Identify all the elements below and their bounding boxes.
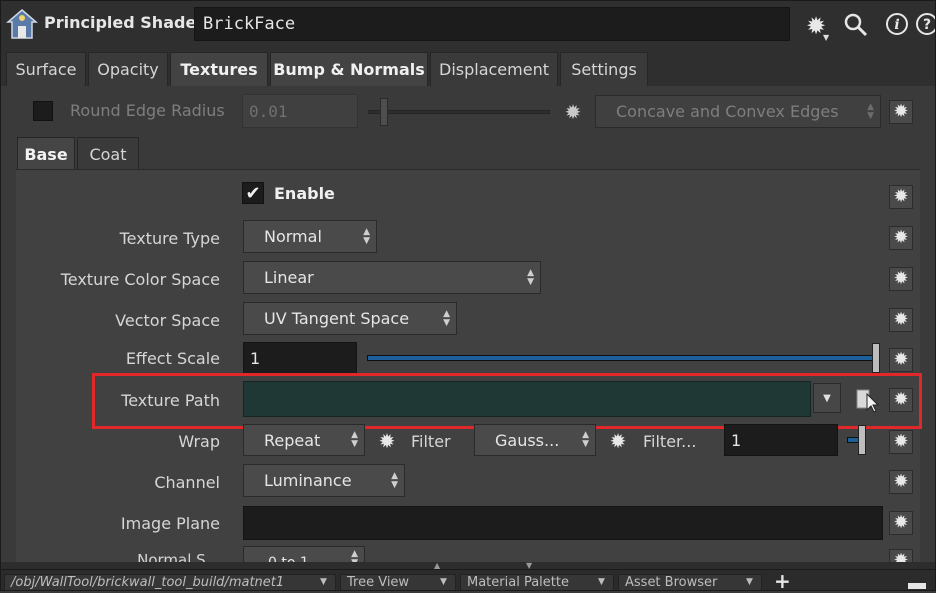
asset-browser-label: Asset Browser	[625, 575, 718, 590]
gear-icon[interactable]: ✹	[375, 429, 399, 453]
round-edge-slider-handle[interactable]	[380, 98, 388, 126]
asset-browser-tab[interactable]: Asset Browser	[618, 574, 762, 591]
updown-arrows-icon: ▲▼	[351, 430, 358, 449]
chevron-down-icon[interactable]: ▼	[746, 577, 753, 587]
network-path-tab[interactable]: /obj/WallTool/brickwall_tool_build/matne…	[4, 574, 336, 591]
filter-width-label: Filter...	[643, 432, 697, 451]
chevron-down-icon[interactable]: ▼	[440, 577, 447, 587]
gear-icon[interactable]: ✹	[889, 226, 913, 250]
updown-arrows-icon: ▲▼	[443, 308, 450, 328]
search-icon[interactable]	[843, 12, 869, 38]
filter-label: Filter	[411, 432, 451, 451]
material-palette-label: Material Palette	[467, 575, 569, 590]
shader-node-icon	[5, 8, 39, 40]
channel-label: Channel	[154, 473, 220, 492]
subtab-base[interactable]: Base	[17, 137, 75, 170]
wrap-value: Repeat	[264, 430, 321, 450]
texture-type-dropdown[interactable]: Normal ▲ ▼	[243, 220, 377, 253]
round-edge-label: Round Edge Radius	[70, 101, 225, 120]
image-plane-field[interactable]	[243, 506, 883, 540]
vector-space-dropdown[interactable]: UV Tangent Space ▲ ▼	[243, 302, 457, 335]
vector-space-value: UV Tangent Space	[264, 309, 410, 328]
effect-scale-slider-handle[interactable]	[872, 343, 880, 373]
round-edge-slider[interactable]	[368, 110, 550, 114]
effect-scale-label: Effect Scale	[125, 349, 220, 368]
texture-color-space-value: Linear	[264, 268, 314, 287]
chevron-down-icon[interactable]: ▼	[320, 577, 327, 587]
tab-textures[interactable]: Textures	[170, 52, 268, 86]
add-tab-icon[interactable]: +	[774, 571, 791, 591]
tab-surface[interactable]: Surface	[6, 52, 86, 86]
wrap-label: Wrap	[178, 432, 220, 451]
network-path-label: /obj/WallTool/brickwall_tool_build/matne…	[11, 575, 285, 590]
gear-icon[interactable]: ✹	[889, 470, 913, 494]
vector-space-label: Vector Space	[115, 311, 220, 330]
round-edge-checkbox[interactable]	[33, 101, 53, 121]
updown-arrows-icon: ▲▼	[363, 226, 370, 246]
gear-icon[interactable]: ✹	[561, 100, 585, 124]
filter-dropdown[interactable]: Gauss... ▲ ▼	[474, 424, 596, 456]
tree-view-label: Tree View	[347, 575, 410, 590]
subtab-coat[interactable]: Coat	[77, 137, 139, 170]
updown-arrows-icon: ▲▼	[527, 267, 534, 287]
image-plane-label: Image Plane	[120, 514, 220, 533]
gear-icon[interactable]: ✹ ▼	[803, 13, 829, 42]
tab-settings[interactable]: Settings	[560, 52, 648, 86]
round-edge-radius-field[interactable]: 0.01	[242, 94, 358, 128]
texture-type-label: Texture Type	[119, 229, 220, 248]
svg-text:?: ?	[923, 17, 931, 33]
wrap-dropdown[interactable]: Repeat ▲ ▼	[243, 424, 365, 456]
texture-color-space-dropdown[interactable]: Linear ▲ ▼	[243, 261, 541, 294]
svg-text:i: i	[894, 17, 899, 33]
edge-mode-value: Concave and Convex Edges	[616, 102, 839, 121]
gear-icon[interactable]: ✹	[889, 430, 913, 454]
node-name-field[interactable]: BrickFace	[194, 7, 790, 41]
effect-scale-field[interactable]: 1	[243, 342, 357, 375]
filter-width-field[interactable]: 1	[724, 424, 838, 456]
info-icon[interactable]: i	[884, 11, 910, 37]
effect-scale-slider[interactable]	[367, 355, 873, 361]
gear-icon[interactable]: ✹	[889, 511, 913, 535]
updown-arrows-icon: ▲▼	[867, 101, 874, 121]
gear-icon[interactable]: ✹	[606, 429, 630, 453]
texture-type-value: Normal	[264, 227, 322, 246]
chevron-down-icon[interactable]: ▼	[598, 577, 605, 587]
tab-displacement[interactable]: Displacement	[430, 52, 558, 86]
edge-mode-dropdown[interactable]: Concave and Convex Edges ▲ ▼	[595, 95, 881, 128]
gear-icon[interactable]: ✹	[889, 185, 913, 209]
material-palette-tab[interactable]: Material Palette	[460, 574, 614, 591]
node-type-label: Principled Shader	[44, 13, 205, 32]
texture-color-space-label: Texture Color Space	[60, 270, 220, 289]
maximize-pane-icon[interactable]	[908, 583, 926, 589]
gear-icon[interactable]: ✹	[889, 100, 913, 124]
enable-checkbox[interactable]: ✔	[242, 182, 264, 204]
tab-opacity[interactable]: Opacity	[88, 52, 168, 86]
updown-arrows-icon: ▲▼	[391, 470, 398, 490]
channel-value: Luminance	[264, 471, 352, 490]
gear-icon[interactable]: ✹	[889, 348, 913, 372]
pane-divider[interactable]	[0, 562, 936, 569]
gear-icon[interactable]: ✹	[889, 267, 913, 291]
help-icon[interactable]: ?	[914, 11, 936, 37]
gear-icon[interactable]: ✹	[889, 308, 913, 332]
filter-width-slider-handle[interactable]	[858, 425, 866, 455]
tree-view-tab[interactable]: Tree View	[340, 574, 456, 591]
channel-dropdown[interactable]: Luminance ▲ ▼	[243, 464, 405, 497]
highlight-box	[92, 373, 922, 429]
tab-bump-normals[interactable]: Bump & Normals	[270, 52, 428, 86]
enable-label: Enable	[274, 184, 335, 203]
updown-arrows-icon: ▲▼	[582, 430, 589, 449]
filter-value: Gauss...	[495, 430, 560, 450]
